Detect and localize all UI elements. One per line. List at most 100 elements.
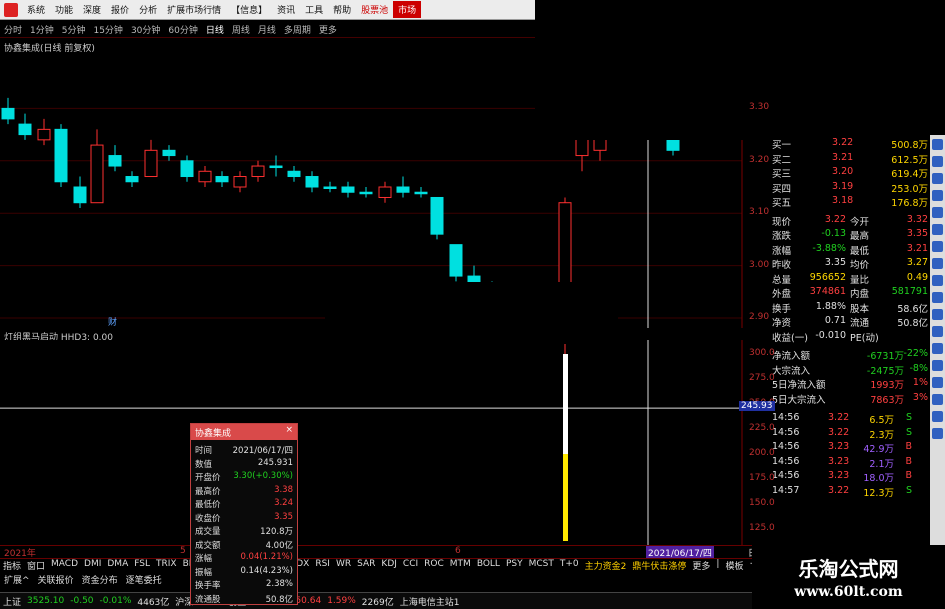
period-tab[interactable]: 30分钟: [127, 23, 164, 36]
tool-icon[interactable]: [932, 326, 943, 337]
tool-icon[interactable]: [932, 258, 943, 269]
period-tab[interactable]: 分时: [0, 23, 26, 36]
tick-row: 14:56 3.23 18.0万 B: [770, 470, 930, 484]
tool-icon[interactable]: [932, 190, 943, 201]
ob-label: 买一: [772, 140, 792, 151]
quote-key: 量比: [850, 274, 870, 286]
tool-icon[interactable]: [932, 292, 943, 303]
menu-item[interactable]: 股票池: [356, 3, 393, 16]
indicator-tab[interactable]: PSY: [503, 559, 526, 571]
menu-item[interactable]: 帮助: [328, 3, 356, 16]
tool-icon[interactable]: [932, 343, 943, 354]
menu-item[interactable]: 分析: [134, 3, 162, 16]
tool-icon[interactable]: [932, 428, 943, 439]
tool-icon[interactable]: [932, 241, 943, 252]
function-tab[interactable]: 扩展^: [0, 573, 34, 586]
function-tab[interactable]: 资金分布: [78, 573, 122, 586]
tick-row: 14:56 3.22 2.3万 S: [770, 426, 930, 441]
candle-body: [449, 244, 463, 277]
indicator-tab[interactable]: 主力资金2: [582, 559, 630, 572]
price-axis-label: 3.10: [749, 207, 770, 218]
indicator-tab[interactable]: T+0: [557, 559, 582, 571]
indicator-tab[interactable]: 指标: [0, 559, 24, 572]
tool-icon[interactable]: [932, 139, 943, 150]
tool-icon[interactable]: [932, 207, 943, 218]
indicator-tab[interactable]: MTM: [447, 559, 474, 571]
indicator-tab[interactable]: SAR: [354, 559, 378, 571]
tool-icon[interactable]: [932, 173, 943, 184]
menu-item[interactable]: 【信息】: [226, 3, 272, 16]
menu-item[interactable]: 市场: [393, 1, 422, 18]
quote-key: 涨幅: [772, 245, 792, 257]
tool-icon[interactable]: [932, 275, 943, 286]
tool-icon[interactable]: [932, 394, 943, 405]
indicator-tab[interactable]: MACD: [48, 559, 81, 571]
popup-value: 3.35: [274, 511, 293, 522]
tool-icon[interactable]: [932, 224, 943, 235]
period-tab[interactable]: 5分钟: [58, 23, 90, 36]
menu-item[interactable]: 深度: [78, 3, 106, 16]
tool-icon[interactable]: [932, 156, 943, 167]
quote-value: 3.27: [906, 257, 928, 268]
menu-item[interactable]: 系统: [22, 3, 50, 16]
menu-item[interactable]: 工具: [300, 3, 328, 16]
menu-item[interactable]: 报价: [106, 3, 134, 16]
tool-icon[interactable]: [932, 377, 943, 388]
indicator-tab[interactable]: 鼎牛伏击涤停: [629, 559, 689, 572]
quote-panel: 买一 3.22 500.8万 买二 3.21 612.5万 买三 3.20 619.4万 买四 3.…: [770, 135, 930, 545]
indicator-tab[interactable]: WR: [333, 559, 354, 571]
quote-value: 3.21: [906, 242, 928, 254]
flow-key: 5日净流入额: [772, 380, 826, 391]
flow-key: 大宗流入: [772, 365, 811, 377]
menu-item[interactable]: 功能: [50, 3, 78, 16]
indicator-tab[interactable]: ROC: [421, 559, 447, 571]
indicator-tab[interactable]: 模板: [722, 559, 746, 572]
indicator-tab[interactable]: |: [713, 559, 722, 571]
candle-body: [108, 155, 122, 167]
period-tab[interactable]: 多周期: [280, 23, 315, 36]
indicator-tab[interactable]: TRIX: [153, 559, 180, 571]
period-tab[interactable]: 1分钟: [26, 23, 58, 36]
tick-price: 3.23: [828, 470, 850, 481]
menu-item[interactable]: 资讯: [272, 3, 300, 16]
popup-row: 开盘价 3.30(+0.30%): [191, 471, 297, 483]
redacted-area: [325, 282, 618, 322]
function-tab[interactable]: 逐笔委托: [122, 573, 166, 586]
indicator-tab[interactable]: KDJ: [378, 559, 400, 571]
indicator-chart[interactable]: [0, 340, 760, 545]
indicator-tab[interactable]: RSI: [312, 559, 333, 571]
candle-body: [251, 165, 265, 178]
candle-body: [162, 149, 176, 157]
tool-icon[interactable]: [932, 411, 943, 422]
tick-side: B: [905, 441, 912, 452]
popup-row: 收盘价 3.35: [191, 511, 297, 524]
tool-icon[interactable]: [932, 309, 943, 320]
tool-icon[interactable]: [932, 360, 943, 371]
indicator-tab[interactable]: CCI: [400, 559, 421, 571]
period-tab[interactable]: 15分钟: [89, 23, 126, 36]
menu-item[interactable]: 扩展市场行情: [162, 3, 226, 16]
quote-key: 收益(一): [772, 332, 808, 344]
period-tab[interactable]: 日线: [202, 23, 228, 36]
popup-value: 120.8万: [260, 527, 293, 537]
period-tab[interactable]: 更多: [315, 23, 341, 36]
candle-body: [305, 176, 319, 188]
quote-row: 换手 1.88% 股本 58.6亿: [770, 301, 930, 315]
event-marker[interactable]: 财: [108, 315, 117, 328]
candle-body: [341, 186, 355, 193]
period-tab[interactable]: 周线: [228, 23, 254, 36]
indicator-tab[interactable]: 窗口: [24, 559, 48, 572]
indicator-tab[interactable]: DMI: [81, 559, 104, 571]
quote-value: 581791: [891, 286, 928, 297]
period-tab[interactable]: 月线: [254, 23, 280, 36]
indicator-tab[interactable]: 更多: [689, 559, 713, 572]
period-tab[interactable]: 60分钟: [164, 23, 201, 36]
close-icon[interactable]: ×: [285, 425, 293, 435]
tick-price: 3.22: [828, 426, 850, 438]
indicator-tab[interactable]: FSL: [131, 559, 153, 571]
order-book-row: 买三 3.20 619.4万: [770, 166, 930, 180]
indicator-tab[interactable]: DMA: [104, 559, 131, 571]
indicator-tab[interactable]: MCST: [526, 559, 557, 571]
function-tab[interactable]: 关联报价: [34, 573, 78, 586]
indicator-tab[interactable]: BOLL: [474, 559, 503, 571]
